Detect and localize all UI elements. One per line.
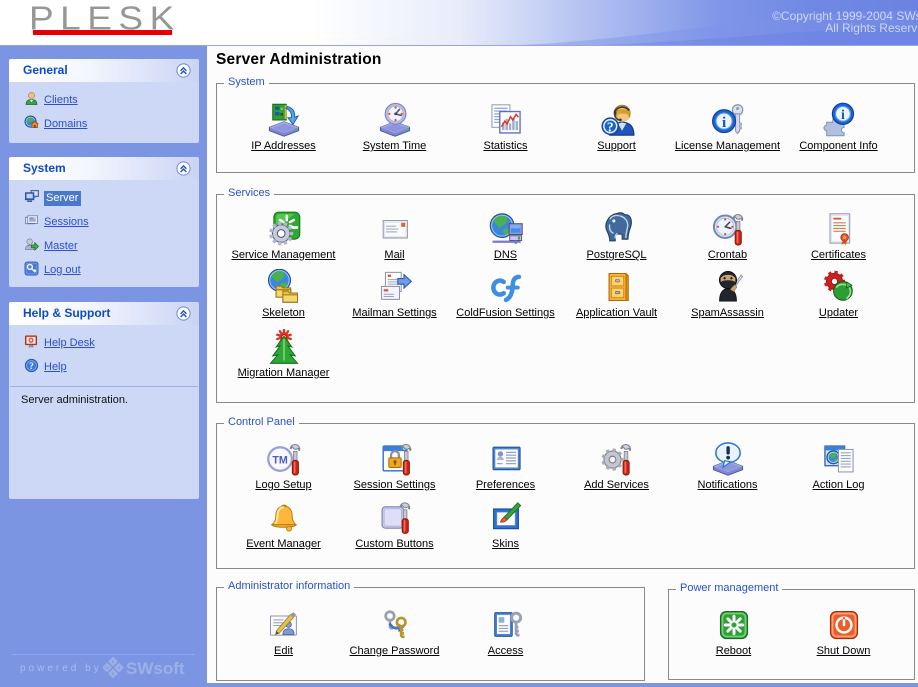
svg-text:TM: TM: [272, 455, 288, 467]
svg-text:i: i: [840, 107, 844, 123]
svg-text:?: ?: [606, 119, 613, 134]
svg-text:i: i: [721, 114, 725, 131]
svg-text:?: ?: [29, 362, 34, 372]
